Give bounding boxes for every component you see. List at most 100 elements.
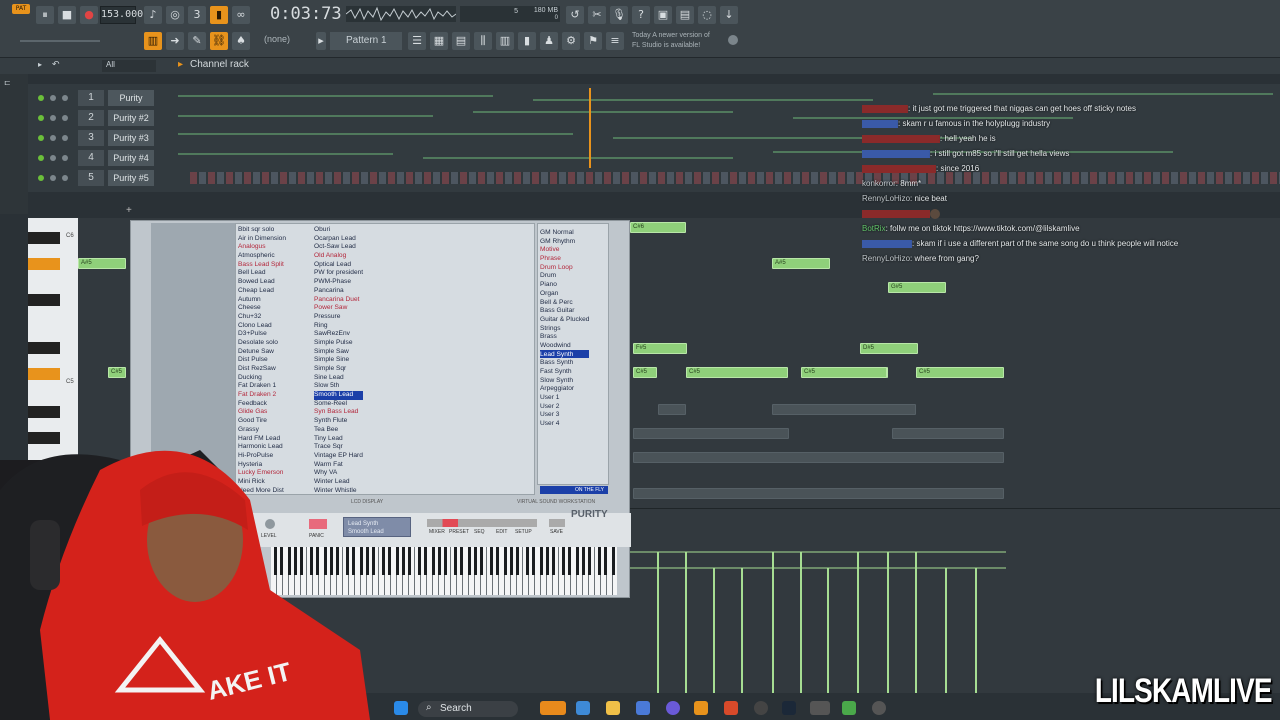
preset-item[interactable]: Bbit sqr solo xyxy=(238,226,286,235)
pattern-mode-icon[interactable]: ▥ xyxy=(144,32,162,50)
mode-buttons[interactable] xyxy=(427,519,537,527)
preset-item[interactable]: Drum xyxy=(540,271,589,280)
app-green-icon[interactable] xyxy=(842,701,856,715)
preset-item[interactable]: GM Normal xyxy=(540,228,589,237)
fl-studio-icon[interactable] xyxy=(694,701,708,715)
black-key[interactable] xyxy=(28,294,60,306)
note[interactable]: C#6 xyxy=(630,222,686,233)
news-toggle-icon[interactable] xyxy=(728,35,738,45)
category-list[interactable]: GM Normal GM Rhythm Motive Phrase Drum Loop D… xyxy=(540,228,590,428)
stop-icon[interactable]: ■ xyxy=(58,6,76,24)
note[interactable]: C#5 xyxy=(801,367,887,378)
channel-number[interactable]: 3 xyxy=(78,130,104,146)
channel-name[interactable]: Purity #2 xyxy=(108,110,154,126)
preset-item[interactable]: D3+Pulse xyxy=(238,330,286,339)
preset-item[interactable]: Detune Saw xyxy=(238,348,286,357)
preset-item[interactable]: Chu+32 xyxy=(238,313,286,322)
note[interactable]: C#5 xyxy=(686,367,788,378)
piano-roll-icon[interactable]: ▦ xyxy=(430,32,448,50)
pan-knob[interactable] xyxy=(50,155,56,161)
volume-knob[interactable] xyxy=(62,175,68,181)
playlist-icon[interactable]: ☰ xyxy=(408,32,426,50)
preset-item[interactable]: Sine Lead xyxy=(314,374,363,383)
velocity-lane[interactable] xyxy=(628,548,1008,693)
note[interactable]: G#5 xyxy=(888,282,946,293)
volume-knob[interactable] xyxy=(62,135,68,141)
preset-item[interactable]: Desolate solo xyxy=(238,339,286,348)
preset-item[interactable]: Power Saw xyxy=(314,304,363,313)
windows-start-icon[interactable] xyxy=(394,701,408,715)
browser-icon-small[interactable]: ⊏ xyxy=(4,78,11,87)
note[interactable] xyxy=(886,367,888,378)
browser-icon[interactable]: ▥ xyxy=(496,32,514,50)
black-key[interactable] xyxy=(28,342,60,354)
preset-item[interactable]: Optical Lead xyxy=(314,261,363,270)
preset-item[interactable]: Some-Reel xyxy=(314,400,363,409)
preset-item[interactable]: PWM-Phase xyxy=(314,278,363,287)
list-icon[interactable]: ≡ xyxy=(606,32,624,50)
channel-name[interactable]: Purity xyxy=(108,90,154,106)
rack-menu-icon[interactable]: ▸ xyxy=(178,59,183,70)
pencil-icon[interactable]: ✎ xyxy=(188,32,206,50)
black-key[interactable] xyxy=(28,406,60,418)
record-icon[interactable]: ● xyxy=(80,6,98,24)
pan-knob[interactable] xyxy=(50,115,56,121)
preset-item[interactable]: Old Analog xyxy=(314,252,363,261)
loop-record-icon[interactable]: ∞ xyxy=(232,6,250,24)
pattern-selector[interactable]: Pattern 1 xyxy=(330,32,402,50)
news-panel[interactable]: Today A newer version of FL Studio is av… xyxy=(632,31,710,51)
black-key-active[interactable] xyxy=(28,368,60,380)
tools-icon[interactable]: ✂ xyxy=(588,6,606,24)
channel-name[interactable]: Purity #5 xyxy=(108,170,154,186)
channel-row[interactable]: 5 Purity #5 xyxy=(28,169,178,187)
preset-item[interactable]: Synth Flute xyxy=(314,417,363,426)
arrow-right-icon[interactable]: ➜ xyxy=(166,32,184,50)
preset-item[interactable]: Feedback xyxy=(238,400,286,409)
preset-item[interactable]: Organ xyxy=(540,289,589,298)
preset-item[interactable]: Slow Synth xyxy=(540,376,589,385)
channel-led[interactable] xyxy=(38,115,44,121)
black-key[interactable] xyxy=(28,232,60,244)
channel-row[interactable]: 2 Purity #2 xyxy=(28,109,178,127)
wait-icon[interactable]: ◎ xyxy=(166,6,184,24)
undo-icon[interactable]: ↺ xyxy=(566,6,584,24)
preset-item[interactable]: Clono Lead xyxy=(238,322,286,331)
channel-name[interactable]: Purity #3 xyxy=(108,130,154,146)
channel-led[interactable] xyxy=(38,95,44,101)
preset-item[interactable]: Bass Lead Split xyxy=(238,261,286,270)
countdown-icon[interactable]: 3 xyxy=(188,6,206,24)
download-icon[interactable]: ↓ xyxy=(720,6,738,24)
preset-item[interactable]: User 4 xyxy=(540,419,589,428)
pattern-prev-icon[interactable]: ▸ xyxy=(316,32,326,50)
preset-item[interactable]: Guitar & Plucked xyxy=(540,315,589,324)
preset-item[interactable]: Bell & Perc xyxy=(540,298,589,307)
volume-knob[interactable] xyxy=(62,115,68,121)
note[interactable]: A#5 xyxy=(78,258,126,269)
pan-knob[interactable] xyxy=(50,95,56,101)
preset-item[interactable]: Strings xyxy=(540,324,589,333)
preset-item[interactable]: PW for president xyxy=(314,269,363,278)
file-explorer-icon[interactable] xyxy=(606,701,620,715)
metronome-icon[interactable]: ♪ xyxy=(144,6,162,24)
preset-item[interactable]: Simple Pulse xyxy=(314,339,363,348)
store-icon[interactable] xyxy=(636,701,650,715)
discord-icon[interactable] xyxy=(666,701,680,715)
tempo-display[interactable]: 153.000 xyxy=(100,6,143,24)
preset-item[interactable]: Oburi xyxy=(314,226,363,235)
mixer-view-icon[interactable]: ⫼ xyxy=(474,32,492,50)
preset-item[interactable]: Phrase xyxy=(540,254,589,263)
black-key-active[interactable] xyxy=(28,258,60,270)
channel-led[interactable] xyxy=(38,175,44,181)
swing-icon[interactable]: ↶ xyxy=(52,59,60,70)
note[interactable]: A#5 xyxy=(772,258,830,269)
filter-select[interactable]: All xyxy=(102,60,156,72)
pat-song-toggle[interactable]: PAT xyxy=(12,4,30,14)
preset-item[interactable]: Brass xyxy=(540,332,589,341)
channel-number[interactable]: 5 xyxy=(78,170,104,186)
play-icon[interactable]: ⏸ xyxy=(36,6,54,24)
preset-item[interactable]: Simple Saw xyxy=(314,348,363,357)
volume-knob[interactable] xyxy=(62,95,68,101)
tray-app-icon[interactable] xyxy=(810,701,830,715)
preset-item[interactable]: Ring xyxy=(314,322,363,331)
preset-item[interactable]: Bass Synth xyxy=(540,358,589,367)
